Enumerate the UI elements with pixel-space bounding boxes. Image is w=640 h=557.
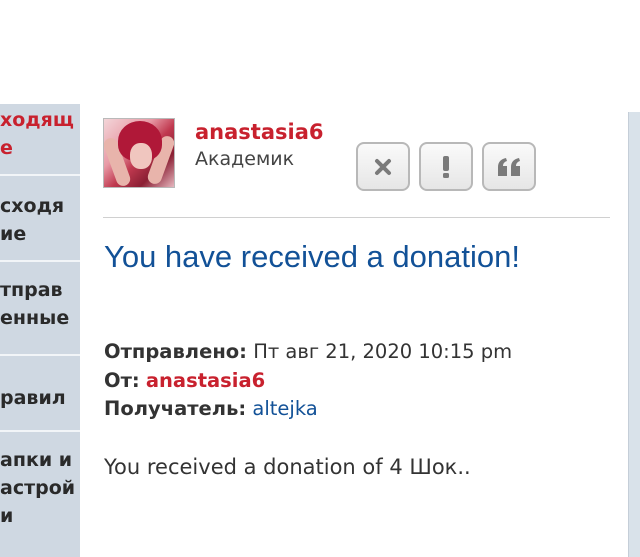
quote-button[interactable] [482, 142, 536, 191]
sidebar-divider [0, 430, 80, 432]
from-line: От: anastasia6 [104, 369, 265, 392]
panel-border [628, 112, 640, 557]
sent-line: Отправлено: Пт авг 21, 2020 10:15 pm [104, 340, 512, 363]
sent-label: Отправлено: [104, 340, 247, 363]
sidebar-item-inbox[interactable]: ходящ е [0, 106, 80, 162]
message-content: You received a donation of 4 Шок.. [104, 455, 471, 479]
delete-button[interactable] [356, 142, 410, 191]
close-icon [374, 158, 392, 176]
recipient-value[interactable]: altejka [252, 397, 317, 420]
from-value[interactable]: anastasia6 [146, 369, 265, 392]
sidebar: ходящ е сходя ие тправ енные равил апки … [0, 104, 80, 557]
recipient-line: Получатель: altejka [104, 397, 318, 420]
exclamation-icon [441, 155, 451, 179]
message-subject: You have received a donation! [104, 239, 520, 274]
sidebar-item-sent[interactable]: тправ енные [0, 276, 80, 332]
report-button[interactable] [419, 142, 473, 191]
header-divider [103, 217, 610, 218]
sidebar-item-outbox[interactable]: сходя ие [0, 192, 80, 248]
sidebar-divider [0, 354, 80, 356]
sidebar-item-rules[interactable]: равил [0, 384, 80, 412]
sidebar-divider [0, 260, 80, 262]
sidebar-item-folders-settings[interactable]: апки и астрой и [0, 446, 80, 530]
recipient-label: Получатель: [104, 397, 247, 420]
from-label: От: [104, 369, 140, 392]
author-rank: Академик [195, 148, 295, 170]
sidebar-divider [0, 174, 80, 176]
author-username[interactable]: anastasia6 [195, 120, 323, 144]
avatar[interactable] [103, 118, 175, 188]
quote-icon [496, 157, 522, 177]
sent-value: Пт авг 21, 2020 10:15 pm [253, 340, 513, 363]
